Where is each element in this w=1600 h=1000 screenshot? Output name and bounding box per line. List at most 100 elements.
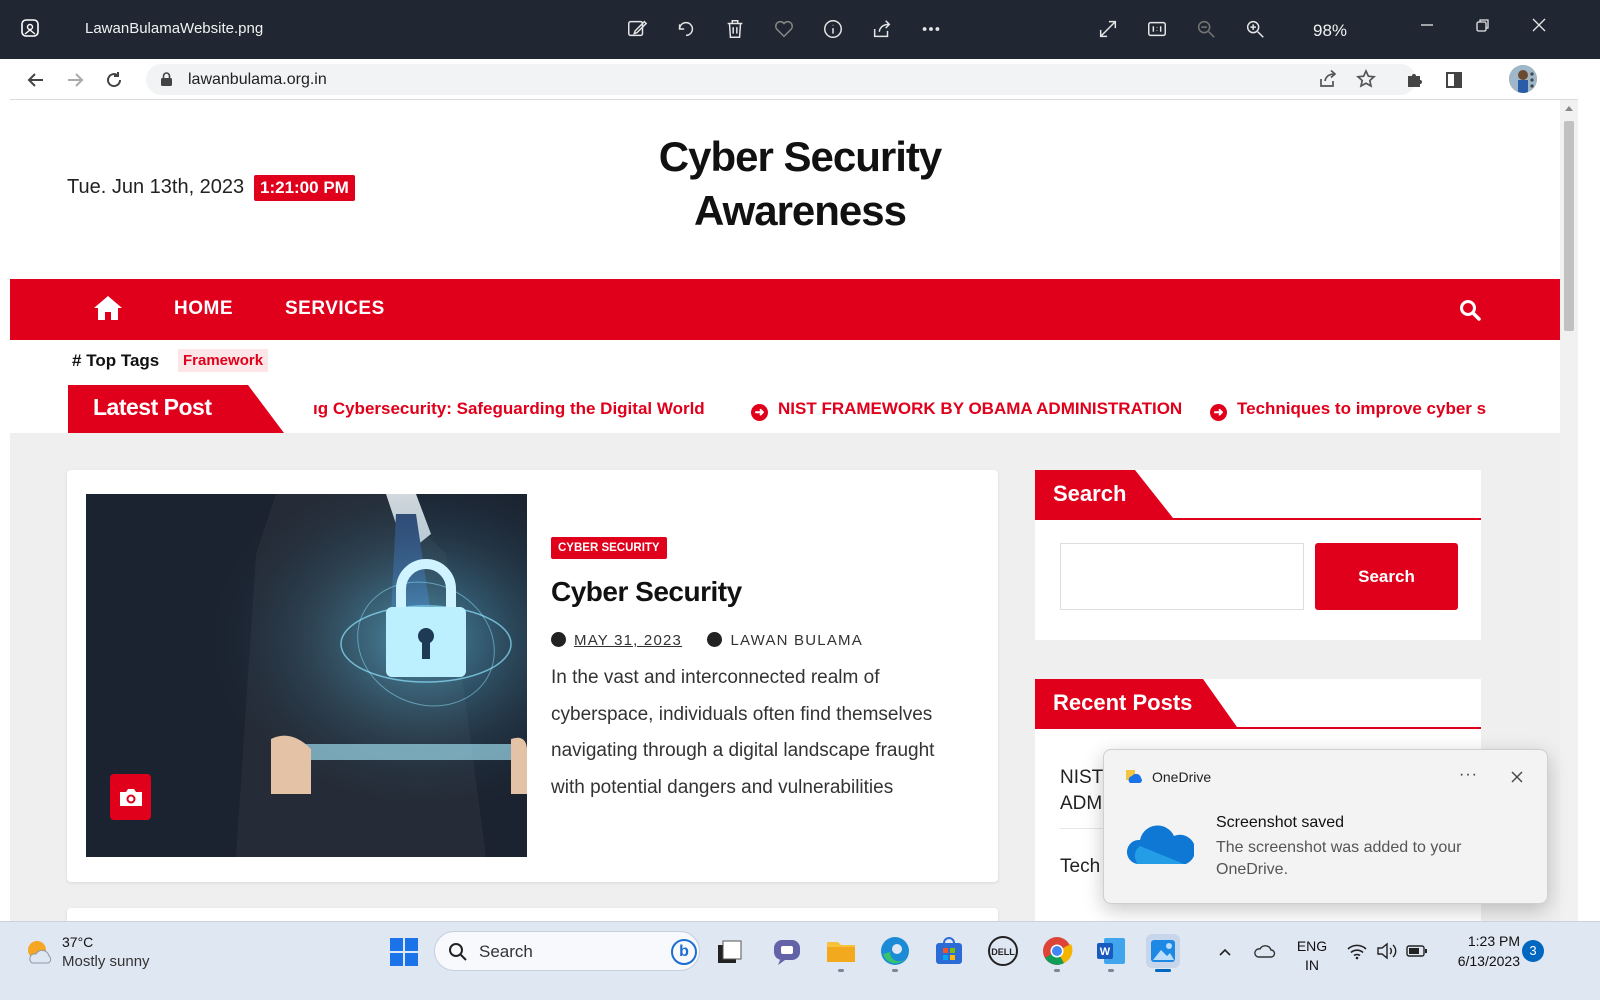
ticker-item[interactable]: ➜ NIST FRAMEWORK BY OBAMA ADMINISTRATION — [751, 399, 1182, 421]
side-panel-button[interactable] — [1442, 68, 1466, 92]
bing-icon[interactable]: b — [671, 939, 697, 965]
site-title[interactable]: Cyber Security Awareness — [570, 130, 1030, 238]
chevron-up-icon[interactable] — [1217, 944, 1233, 960]
teams-icon[interactable] — [770, 934, 804, 968]
latest-post-ticker: Latest Post ıg Cybersecurity: Safeguardi… — [68, 385, 1570, 433]
fullscreen-icon — [1099, 20, 1117, 38]
site-title-line1: Cyber Security — [658, 133, 942, 180]
store-icon[interactable] — [932, 934, 966, 968]
recent-post-item[interactable]: Tech — [1060, 854, 1100, 880]
clock-date: 6/13/2023 — [1457, 953, 1520, 969]
minimize-button[interactable] — [1407, 10, 1447, 40]
zoom-level: 98% — [1313, 21, 1348, 40]
camera-button[interactable] — [110, 774, 151, 820]
address-bar[interactable]: lawanbulama.org.in — [146, 64, 1416, 95]
fullscreen-button[interactable] — [1093, 14, 1123, 44]
extensions-button[interactable] — [1403, 68, 1427, 92]
browser-menu-button[interactable] — [1520, 68, 1544, 92]
weather-temp[interactable]: 37°C — [62, 934, 93, 950]
top-tags-heading: # Top Tags — [72, 351, 159, 371]
nav-services[interactable]: SERVICES — [285, 298, 385, 320]
taskbar-search[interactable]: Search b — [434, 931, 700, 971]
ticker-item[interactable]: ıg Cybersecurity: Safeguarding the Digit… — [313, 399, 705, 419]
nav-home[interactable]: HOME — [174, 298, 233, 320]
edge-browser-icon — [881, 937, 909, 965]
taskbar-search-label: Search — [479, 942, 533, 961]
scroll-up-arrow-icon[interactable] — [1565, 106, 1573, 111]
back-button[interactable] — [21, 65, 51, 95]
favorite-icon — [775, 20, 793, 38]
share-button[interactable] — [867, 14, 897, 44]
scrollbar-thumb[interactable] — [1564, 121, 1574, 331]
edge-icon[interactable] — [878, 934, 912, 968]
search-icon — [449, 943, 467, 961]
browser-toolbar: lawanbulama.org.in — [10, 59, 1578, 100]
system-clock[interactable]: 1:23 PM 6/13/2023 — [1430, 931, 1520, 971]
search-widget-title: Search — [1053, 481, 1127, 506]
tag-framework[interactable]: Framework — [178, 349, 269, 372]
weather-desc[interactable]: Mostly sunny — [62, 953, 150, 970]
onedrive-tray-icon[interactable] — [1254, 941, 1276, 961]
clock-time: 1:23 PM — [1467, 933, 1520, 949]
search-icon[interactable] — [1458, 298, 1482, 322]
photos-viewer-titlebar: LawanBulamaWebsite.png 98% — [0, 0, 1600, 59]
post-author[interactable]: LAWAN BULAMA — [730, 632, 862, 649]
search-widget: Search Search — [1035, 470, 1481, 640]
site-title-line2: Awareness — [693, 187, 907, 234]
recent-post-item[interactable]: NIST — [1060, 765, 1103, 791]
post-card: CYBER SECURITY Cyber Security MAY 31, 20… — [67, 470, 998, 882]
header-date: Tue. Jun 13th, 2023 — [67, 176, 245, 198]
forward-button[interactable] — [60, 65, 90, 95]
task-view-icon[interactable] — [714, 937, 744, 967]
recent-post-item[interactable]: ADM — [1060, 791, 1102, 817]
close-icon — [1532, 18, 1546, 32]
onedrive-notification[interactable]: OneDrive ··· Screenshot saved The screen… — [1103, 749, 1548, 904]
windows-start-icon[interactable] — [389, 937, 419, 967]
home-icon[interactable] — [92, 294, 124, 322]
post-date[interactable]: MAY 31, 2023 — [574, 632, 682, 649]
language-indicator[interactable]: ENG IN — [1292, 937, 1332, 975]
sidebar-search-input[interactable] — [1060, 543, 1304, 610]
chrome-browser-icon — [1043, 937, 1073, 965]
actual-size-button[interactable] — [1142, 14, 1172, 44]
notification-badge[interactable]: 3 — [1522, 940, 1544, 962]
latest-post-label: Latest Post — [68, 385, 284, 433]
task-view-glyph-icon — [718, 940, 742, 963]
rotate-button[interactable] — [671, 14, 701, 44]
category-badge[interactable]: CYBER SECURITY — [551, 537, 667, 559]
dell-icon[interactable]: DELL — [986, 934, 1020, 968]
clock-icon — [551, 632, 566, 647]
post-meta: MAY 31, 2023 LAWAN BULAMA — [551, 632, 863, 649]
edit-image-button[interactable] — [622, 14, 652, 44]
sidebar-search-button[interactable]: Search — [1315, 543, 1458, 610]
zoom-out-button[interactable] — [1191, 14, 1221, 44]
volume-icon[interactable] — [1376, 942, 1398, 960]
page-scrollbar[interactable] — [1560, 100, 1578, 940]
bookmark-button[interactable] — [1355, 68, 1378, 91]
recent-posts-title: Recent Posts — [1053, 690, 1193, 715]
battery-icon[interactable] — [1406, 943, 1428, 959]
file-explorer-icon[interactable] — [824, 934, 858, 968]
info-button[interactable] — [818, 14, 848, 44]
chrome-icon[interactable] — [1040, 934, 1074, 968]
wifi-icon[interactable] — [1346, 942, 1368, 960]
word-icon[interactable]: W — [1094, 934, 1128, 968]
reload-button[interactable] — [99, 65, 129, 95]
arrow-circle-icon: ➜ — [1210, 404, 1227, 421]
zoom-in-button[interactable] — [1240, 14, 1270, 44]
share-page-button[interactable] — [1318, 69, 1340, 91]
post-title[interactable]: Cyber Security — [551, 576, 742, 608]
file-name: LawanBulamaWebsite.png — [85, 20, 264, 37]
notification-more-button[interactable]: ··· — [1459, 766, 1478, 784]
favorite-button[interactable] — [769, 14, 799, 44]
close-window-button[interactable] — [1519, 10, 1559, 40]
ticker-item[interactable]: ➜ Techniques to improve cyber s — [1210, 399, 1486, 421]
post-thumbnail[interactable] — [86, 494, 527, 857]
delete-button[interactable] — [720, 14, 750, 44]
close-icon[interactable] — [1509, 769, 1525, 785]
more-button[interactable] — [916, 14, 946, 44]
restore-button[interactable] — [1463, 10, 1503, 40]
sun-cloud-icon[interactable] — [24, 937, 54, 967]
photos-taskbar-icon[interactable] — [1146, 934, 1180, 968]
info-icon — [824, 20, 842, 38]
